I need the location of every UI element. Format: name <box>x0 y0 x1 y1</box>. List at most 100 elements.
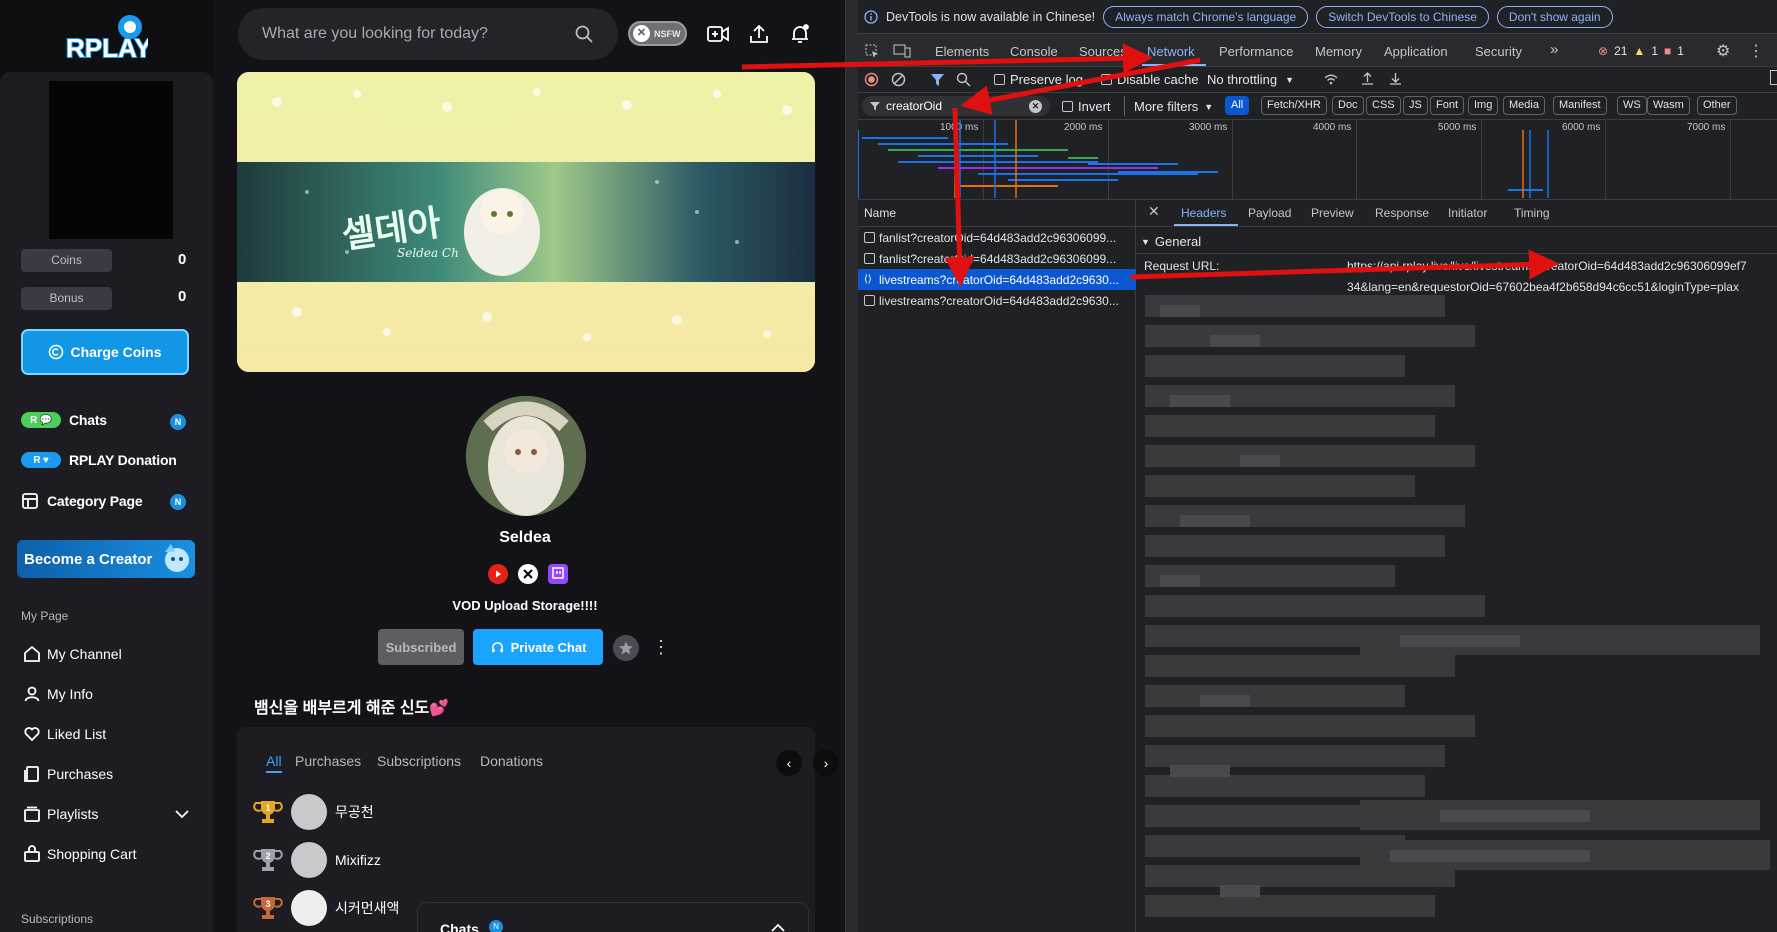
private-chat-button[interactable]: Private Chat <box>473 629 603 665</box>
nsfw-toggle[interactable]: ✕ NSFW <box>628 21 687 46</box>
search-icon[interactable] <box>956 72 971 87</box>
filter-chip-all[interactable]: All <box>1225 96 1250 115</box>
preserve-log-checkbox[interactable]: Preserve log <box>994 72 1083 87</box>
filter-chip-fetch-xhr[interactable]: Fetch/XHR <box>1261 96 1327 115</box>
sidebar-item-donation[interactable]: R ♥ RPLAY Donation <box>21 452 177 468</box>
list-item[interactable]: 1 무공천 <box>253 794 374 830</box>
twitch-icon[interactable] <box>548 564 568 584</box>
tab-initiator[interactable]: Initiator <box>1448 206 1487 220</box>
request-url-value[interactable]: https://api.rplay.live/live/livestreams?… <box>1347 259 1777 273</box>
tab-preview[interactable]: Preview <box>1311 206 1354 220</box>
more-filters-dropdown[interactable]: More filters ▼ <box>1134 99 1213 114</box>
filter-chip-doc[interactable]: Doc <box>1332 96 1364 115</box>
x-twitter-icon[interactable] <box>518 564 538 584</box>
chats-popup[interactable]: Chats N <box>417 902 809 932</box>
tab-application[interactable]: Application <box>1384 44 1448 59</box>
dont-show-again-button[interactable]: Don't show again <box>1496 5 1613 28</box>
video-add-button[interactable] <box>706 22 730 46</box>
search-input[interactable] <box>262 25 562 43</box>
charge-coins-button[interactable]: Charge Coins <box>21 329 189 375</box>
notifications-button[interactable] <box>788 22 812 46</box>
sidebar-item-category[interactable]: Category Page <box>21 492 143 510</box>
next-button[interactable]: › <box>813 750 839 776</box>
name-column-header[interactable]: Name <box>864 206 896 220</box>
rplay-logo[interactable]: RPLAY <box>58 10 153 64</box>
search-icon[interactable] <box>574 24 594 44</box>
search-bar[interactable] <box>238 8 618 60</box>
chevron-up-icon[interactable] <box>770 923 786 932</box>
request-row-selected[interactable]: ⟨⟩ livestreams?creatorOid=64d483add2c9630… <box>858 269 1136 290</box>
youtube-icon[interactable] <box>488 564 508 584</box>
export-har-icon[interactable] <box>1388 71 1403 86</box>
filter-chip-media[interactable]: Media <box>1503 96 1545 115</box>
filter-input[interactable]: creatorOid <box>886 99 1023 113</box>
my-channel-link[interactable]: My Channel <box>23 645 122 663</box>
request-row[interactable]: livestreams?creatorOid=64d483add2c9630..… <box>858 290 1136 311</box>
tab-elements[interactable]: Elements <box>935 44 989 59</box>
tab-response[interactable]: Response <box>1375 206 1429 220</box>
inspect-element-icon[interactable] <box>864 43 880 59</box>
sidebar-item-chats[interactable]: R 💬 Chats <box>21 412 107 428</box>
status-counters[interactable]: ⊗ 21 ▲ 1 ■ 1 <box>1598 44 1684 58</box>
my-info-link[interactable]: My Info <box>23 685 93 703</box>
settings-gear-icon[interactable]: ⚙ <box>1716 41 1730 61</box>
more-options-icon[interactable]: ⋮ <box>652 634 670 660</box>
request-row[interactable]: fanlist?creatorOid=64d483add2c96306099..… <box>858 227 1136 248</box>
user-avatar[interactable] <box>49 81 173 239</box>
tab-subscriptions[interactable]: Subscriptions <box>377 753 461 769</box>
filter-chip-wasm[interactable]: Wasm <box>1647 96 1690 115</box>
invert-checkbox[interactable]: Invert <box>1062 99 1111 114</box>
become-creator-button[interactable]: Become a Creator <box>17 540 195 578</box>
switch-chinese-button[interactable]: Switch DevTools to Chinese <box>1316 5 1489 28</box>
filter-chip-ws[interactable]: WS <box>1617 96 1647 115</box>
throttling-select[interactable]: No throttling ▼ <box>1207 72 1294 87</box>
filter-chip-img[interactable]: Img <box>1468 96 1499 115</box>
tab-timing[interactable]: Timing <box>1514 206 1550 220</box>
disable-cache-checkbox[interactable]: Disable cache <box>1101 72 1199 87</box>
filter-chip-css[interactable]: CSS <box>1366 96 1401 115</box>
favorite-star-button[interactable] <box>613 635 639 661</box>
clear-filter-icon[interactable]: ✕ <box>1029 99 1042 113</box>
tab-donations[interactable]: Donations <box>480 753 543 769</box>
list-item[interactable]: 2 Mixifizz <box>253 842 381 878</box>
wifi-settings-icon[interactable] <box>1323 71 1339 87</box>
record-icon[interactable] <box>864 72 879 87</box>
tab-security[interactable]: Security <box>1475 44 1522 59</box>
tab-performance[interactable]: Performance <box>1219 44 1293 59</box>
tab-network[interactable]: Network <box>1147 44 1195 59</box>
device-toggle-icon[interactable] <box>893 43 911 59</box>
request-url-value-cont[interactable]: 34&lang=en&requestorOid=67602bea4f2b658d… <box>1347 280 1777 294</box>
general-section-toggle[interactable]: ▼ General <box>1141 234 1201 249</box>
filter-chip-manifest[interactable]: Manifest <box>1553 96 1607 115</box>
creator-avatar[interactable] <box>466 396 586 516</box>
tab-headers[interactable]: Headers <box>1181 206 1226 220</box>
purchases-link[interactable]: Purchases <box>23 765 113 783</box>
filter-input-box[interactable]: creatorOid ✕ <box>862 96 1050 116</box>
shopping-cart-link[interactable]: Shopping Cart <box>23 845 137 863</box>
chevron-down-icon[interactable] <box>174 809 190 819</box>
filter-chip-js[interactable]: JS <box>1403 96 1428 115</box>
close-icon[interactable]: ✕ <box>1148 203 1160 220</box>
tab-payload[interactable]: Payload <box>1248 206 1291 220</box>
playlists-link[interactable]: Playlists <box>23 805 98 823</box>
tab-memory[interactable]: Memory <box>1315 44 1362 59</box>
more-tabs-icon[interactable]: » <box>1550 41 1558 58</box>
liked-list-link[interactable]: Liked List <box>23 725 106 743</box>
upload-button[interactable] <box>747 22 771 46</box>
kebab-menu-icon[interactable]: ⋮ <box>1748 41 1764 61</box>
subscribed-button[interactable]: Subscribed <box>378 629 464 665</box>
clear-icon[interactable] <box>891 72 906 87</box>
tab-all[interactable]: All <box>266 753 282 773</box>
prev-button[interactable]: ‹ <box>776 750 802 776</box>
tab-sources[interactable]: Sources <box>1079 44 1127 59</box>
list-item[interactable]: 3 시커먼새액 <box>253 890 399 926</box>
filter-icon[interactable] <box>930 72 945 87</box>
tab-console[interactable]: Console <box>1010 44 1058 59</box>
import-har-icon[interactable] <box>1360 71 1375 86</box>
panel-settings-icon[interactable] <box>1770 70 1777 85</box>
window-divider[interactable] <box>845 0 858 932</box>
tab-purchases[interactable]: Purchases <box>295 753 361 769</box>
filter-chip-other[interactable]: Other <box>1697 96 1737 115</box>
request-row[interactable]: fanlist?creatorOid=64d483add2c96306099..… <box>858 248 1136 269</box>
match-language-button[interactable]: Always match Chrome's language <box>1103 5 1309 28</box>
